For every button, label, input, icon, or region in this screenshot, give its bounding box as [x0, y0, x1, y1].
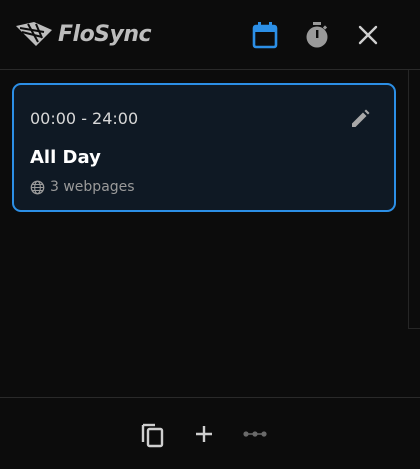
app-logo: FloSync: [14, 18, 152, 50]
scroll-track-edge-bottom: [408, 328, 420, 329]
app-name: FloSync: [58, 21, 152, 47]
header: FloSync: [0, 0, 420, 70]
webpage-count: 3 webpages: [50, 179, 135, 195]
add-icon: [196, 426, 212, 442]
timer-button[interactable]: [302, 20, 332, 50]
timer-icon: [306, 22, 328, 48]
flosync-logo-icon: [16, 22, 52, 46]
calendar-icon: [252, 22, 278, 49]
scroll-track-edge: [408, 70, 409, 328]
copy-button[interactable]: [139, 420, 167, 448]
more-icon: [243, 431, 267, 437]
schedule-card[interactable]: 00:00 - 24:00 All Day 3 webpages: [12, 83, 396, 212]
footer-toolbar: [0, 397, 420, 469]
more-button[interactable]: [241, 420, 269, 448]
calendar-button[interactable]: [250, 20, 280, 50]
close-icon: [358, 25, 378, 45]
add-button[interactable]: [190, 420, 218, 448]
edit-schedule-button[interactable]: [348, 107, 372, 131]
copy-icon: [141, 423, 164, 448]
pencil-icon: [352, 109, 370, 127]
schedule-meta: 3 webpages: [30, 179, 135, 195]
schedule-title: All Day: [30, 147, 101, 168]
globe-icon: [30, 180, 45, 194]
schedule-time-range: 00:00 - 24:00: [30, 109, 139, 128]
close-button[interactable]: [353, 20, 383, 50]
